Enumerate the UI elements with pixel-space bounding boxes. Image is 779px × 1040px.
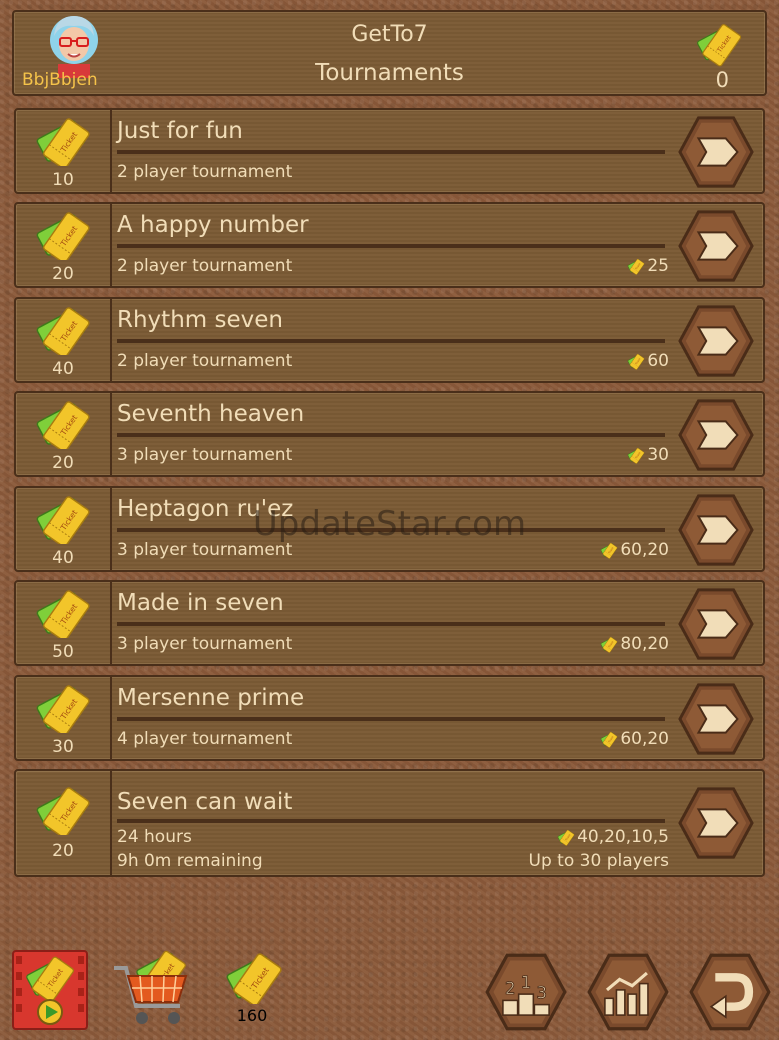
svg-text:3: 3 [536, 982, 547, 1002]
tournament-name: Made in seven [117, 590, 284, 616]
ticket-icon [627, 446, 645, 464]
ticket-icon [34, 116, 92, 166]
prize-value: 40,20,10,5 [577, 827, 669, 847]
ticket-icon [34, 305, 92, 355]
entry-cost: 20 [16, 771, 112, 875]
next-arrow-icon[interactable] [677, 208, 755, 284]
tournament-row[interactable]: 20 A happy number 2 player tournament 25 [14, 202, 765, 288]
shop-cart-icon[interactable] [110, 948, 192, 1030]
divider [117, 622, 665, 626]
ticket-icon [34, 683, 92, 733]
next-arrow-icon[interactable] [677, 785, 755, 861]
prize: 80,20 [600, 634, 669, 654]
entry-cost: 40 [16, 299, 112, 381]
entry-cost-value: 20 [52, 453, 74, 473]
tournament-row[interactable]: 10 Just for fun 2 player tournament [14, 108, 765, 194]
ticket-icon [34, 399, 92, 449]
ticket-icon [557, 828, 575, 846]
tournament-name: Seven can wait [117, 789, 293, 815]
ticket-icon [600, 635, 618, 653]
watermark: UpdateStar.com [252, 504, 527, 544]
next-arrow-icon[interactable] [677, 303, 755, 379]
entry-cost: 20 [16, 204, 112, 286]
page-title: Tournaments [315, 60, 464, 86]
prize: 60,20 [600, 729, 669, 749]
ticket-icon [695, 18, 743, 68]
tournament-row[interactable]: 20 Seven can wait 24 hours 9h 0m remaini… [14, 769, 765, 877]
entry-cost: 10 [16, 110, 112, 192]
divider [117, 244, 665, 248]
ticket-icon [34, 588, 92, 638]
prize: 25 [627, 256, 669, 276]
tournament-name: Seventh heaven [117, 401, 305, 427]
divider [117, 433, 665, 437]
stats-icon[interactable] [586, 950, 670, 1034]
ticket-count: 0 [715, 68, 729, 92]
ticket-balance: 160 [236, 1006, 268, 1025]
tournament-type: 3 player tournament [117, 634, 293, 654]
prize: 60 [627, 351, 669, 371]
tournament-duration: 24 hours [117, 827, 192, 847]
next-arrow-icon[interactable] [677, 397, 755, 473]
back-icon[interactable] [688, 950, 772, 1034]
divider [117, 819, 665, 823]
tournament-name: A happy number [117, 212, 309, 238]
tournament-type: 4 player tournament [117, 729, 293, 749]
tournament-row[interactable]: 20 Seventh heaven 3 player tournament 30 [14, 391, 765, 477]
next-arrow-icon[interactable] [677, 586, 755, 662]
video-ticket-icon[interactable] [12, 950, 88, 1030]
ticket-icon [224, 950, 284, 1004]
tournament-row[interactable]: 40 Rhythm seven 2 player tournament 60 [14, 297, 765, 383]
divider [117, 150, 665, 154]
svg-text:1: 1 [521, 972, 532, 992]
entry-cost: 30 [16, 677, 112, 759]
ticket-icon [600, 730, 618, 748]
entry-cost-value: 20 [52, 841, 74, 861]
next-arrow-icon[interactable] [677, 114, 755, 190]
entry-cost: 20 [16, 393, 112, 475]
tournament-name: Just for fun [117, 118, 243, 144]
prize: 40,20,10,5 [557, 827, 669, 847]
prize-value: 25 [647, 256, 669, 276]
entry-cost-value: 40 [52, 548, 74, 568]
tournament-type: 2 player tournament [117, 162, 293, 182]
header-bar: BbjBbjen GetTo7 Tournaments 0 [12, 10, 767, 96]
divider [117, 717, 665, 721]
ticket-icon [34, 210, 92, 260]
tournament-type: 2 player tournament [117, 351, 293, 371]
time-remaining: 9h 0m remaining [117, 851, 263, 871]
entry-cost-value: 30 [52, 737, 74, 757]
tournament-name: Rhythm seven [117, 307, 283, 333]
tournament-type: 3 player tournament [117, 445, 293, 465]
leaderboard-icon[interactable]: 2 1 3 [484, 950, 568, 1034]
divider [117, 339, 665, 343]
next-arrow-icon[interactable] [677, 681, 755, 757]
prize-value: 60 [647, 351, 669, 371]
prize-value: 80,20 [620, 634, 669, 654]
entry-cost-value: 50 [52, 642, 74, 662]
entry-cost-value: 40 [52, 359, 74, 379]
ticket-icon [627, 257, 645, 275]
svg-text:2: 2 [505, 978, 516, 998]
prize-value: 30 [647, 445, 669, 465]
app-title: GetTo7 [351, 22, 428, 47]
player-capacity: Up to 30 players [528, 851, 669, 871]
ticket-icon [627, 352, 645, 370]
entry-cost-value: 20 [52, 264, 74, 284]
ticket-icon [34, 785, 92, 835]
entry-cost-value: 10 [52, 170, 74, 190]
tournament-row[interactable]: 50 Made in seven 3 player tournament 80,… [14, 580, 765, 666]
entry-cost: 50 [16, 582, 112, 664]
tournament-name: Mersenne prime [117, 685, 305, 711]
tournament-row[interactable]: 30 Mersenne prime 4 player tournament 60… [14, 675, 765, 761]
prize: 30 [627, 445, 669, 465]
tournament-type: 2 player tournament [117, 256, 293, 276]
prize-value: 60,20 [620, 729, 669, 749]
